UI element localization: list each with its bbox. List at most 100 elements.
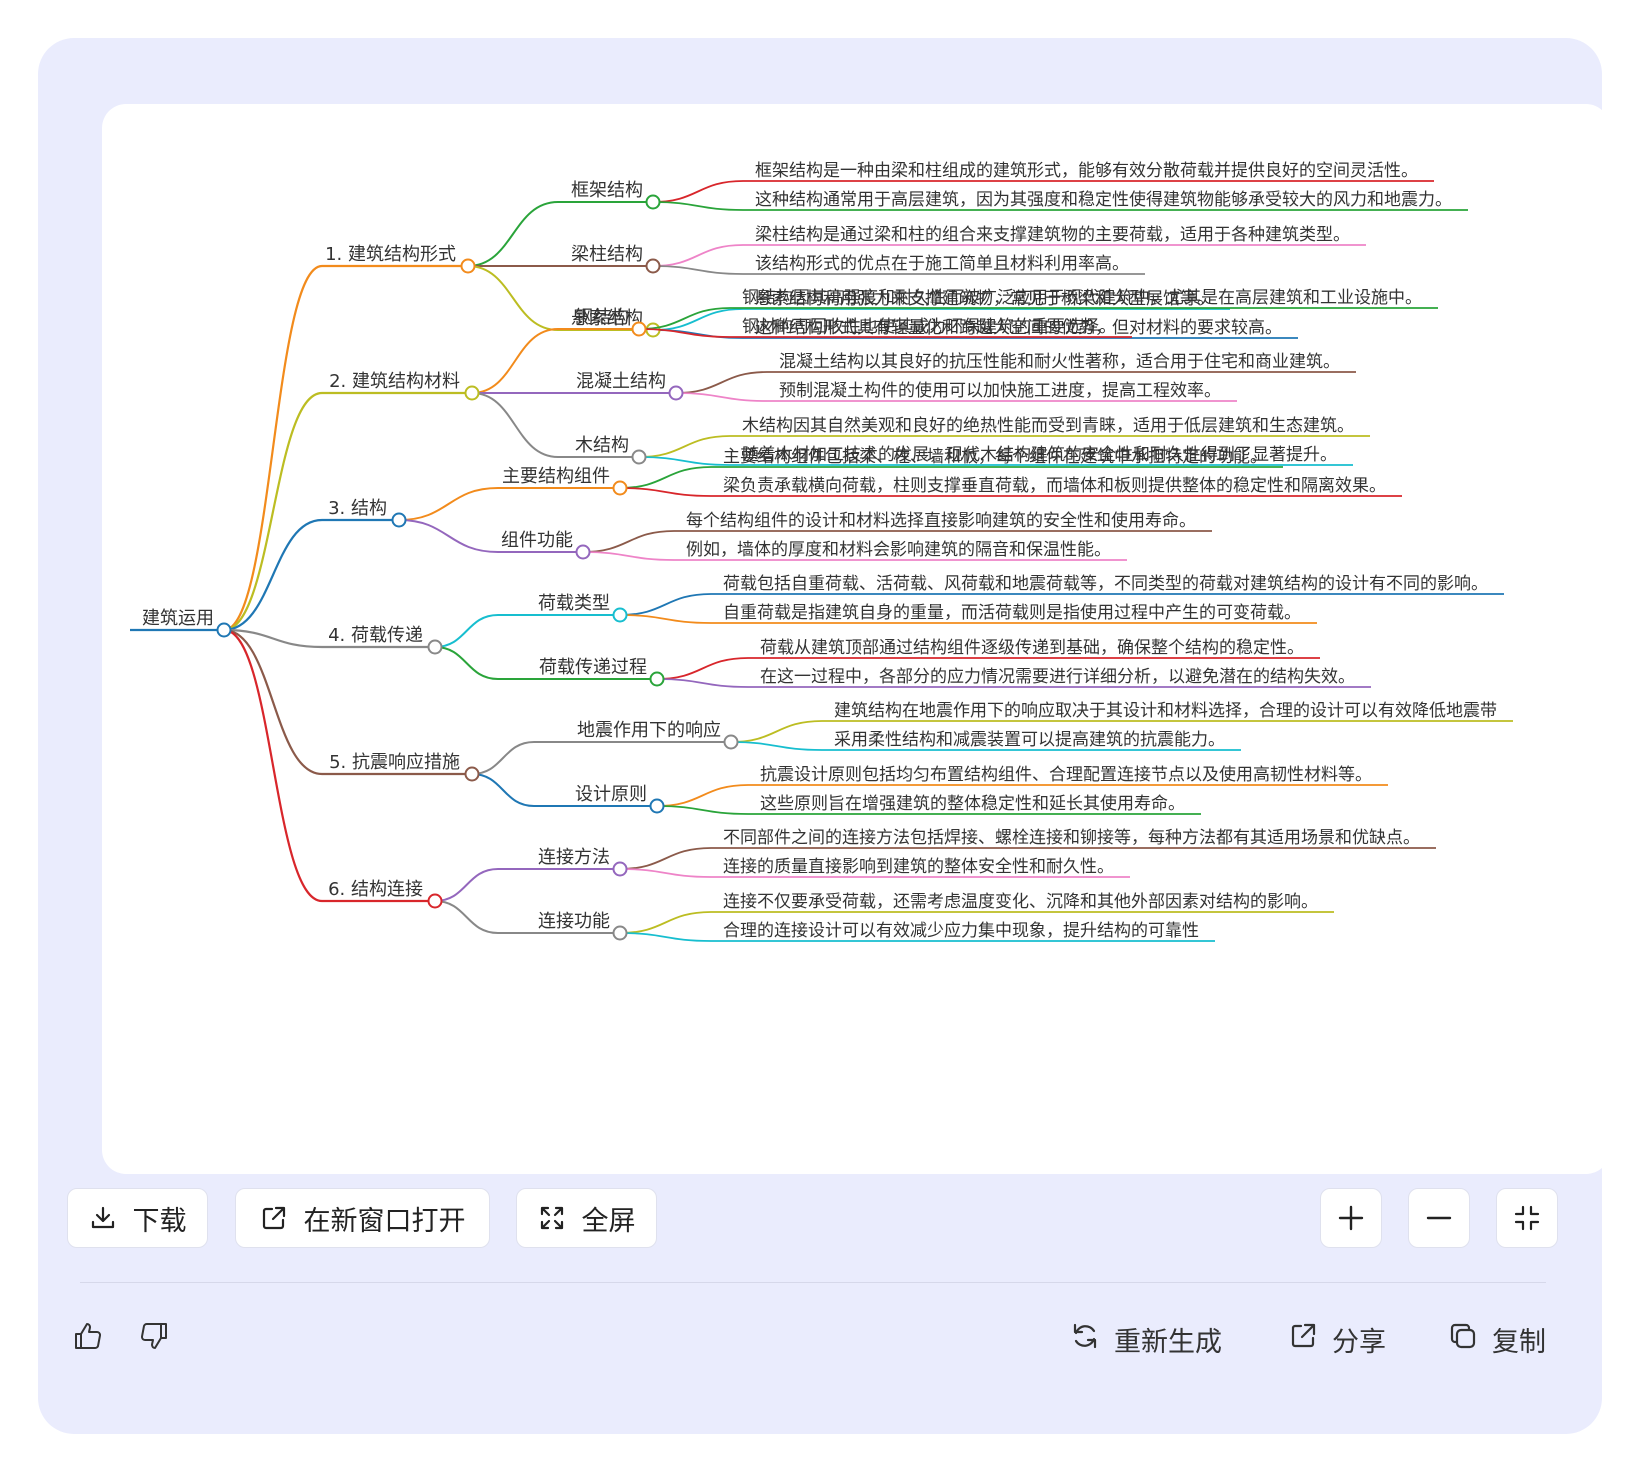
mindmap-connector (619, 593, 712, 616)
mindmap-topic-label: 主要结构组件 (502, 466, 610, 487)
mindmap-connector (652, 265, 744, 275)
mindmap-leaf-text: 预制混凝土构件的使用可以加快施工进度，提高工程效率。 (779, 380, 1221, 401)
mindmap-leaf-text: 荷载包括自重荷载、活荷载、风荷载和地震荷载等，不同类型的荷载对建筑结构的设计有不… (723, 574, 1488, 594)
mindmap-connector (619, 868, 712, 878)
mindmap-node-dot (612, 607, 628, 623)
mindmap-connector (223, 628, 323, 776)
mindmap-connector (652, 180, 744, 203)
mindmap-node-dot (631, 449, 647, 465)
mindmap-connector (471, 392, 559, 458)
regenerate-button[interactable]: 重新生成 (1070, 1312, 1222, 1366)
mindmap-connector (656, 784, 749, 807)
mindmap-connector (398, 519, 499, 553)
copy-icon (1448, 1321, 1478, 1358)
mindmap-leaf-text: 该结构形式的优点在于施工简单且材料利用率高。 (755, 254, 1129, 274)
external-link-icon (260, 1204, 288, 1232)
dislike-button[interactable] (138, 1312, 170, 1366)
mindmap-leaf-text: 合理的连接设计可以有效减少应力集中现象，提升结构的可靠性 (723, 921, 1199, 941)
like-button[interactable] (72, 1312, 104, 1366)
mindmap-connector (223, 628, 323, 903)
mindmap-node-dot (427, 639, 443, 655)
mindmap-connector (619, 487, 712, 497)
zoom-out-button[interactable] (1408, 1188, 1470, 1248)
mindmap-branch-label: 5. 抗震响应措施 (329, 752, 460, 773)
mindmap-connector (471, 328, 559, 394)
mindmap-node-dot (216, 622, 232, 638)
expand-icon (538, 1204, 566, 1232)
mindmap-connector (730, 741, 823, 751)
mindmap-connector (467, 201, 559, 267)
mindmap-connector (434, 646, 499, 680)
mindmap-node-dot (391, 512, 407, 528)
mindmap-connector (582, 551, 675, 561)
mindmap-connector (675, 371, 768, 394)
mindmap-node-dot (464, 766, 480, 782)
plus-icon (1337, 1204, 1365, 1232)
mindmap-node-dot (645, 194, 661, 210)
mindmap-topic-label: 混凝土结构 (576, 371, 666, 392)
mindmap-leaf-text: 荷载从建筑顶部通过结构组件逐级传递到基础，确保整个结构的稳定性。 (760, 638, 1304, 658)
mindmap-connector (471, 741, 535, 775)
mindmap-connector (619, 911, 712, 934)
mindmap-leaf-text: 钢结构因其高强度和耐久性而被广泛应用于现代建筑中，尤其是在高层建筑和工业设施中。 (742, 288, 1422, 308)
fullscreen-button[interactable]: 全屏 (516, 1188, 657, 1248)
mindmap-connector (434, 614, 499, 648)
fit-view-button[interactable] (1496, 1188, 1558, 1248)
mindmap-leaf-text: 不同部件之间的连接方法包括焊接、螺栓连接和铆接等，每种方法都有其适用场景和优缺点… (723, 828, 1420, 848)
mindmap-branch-label: 2. 建筑结构材料 (329, 371, 460, 392)
mindmap-svg: 建筑运用 1. 建筑结构形式 框架结构 框架结构是一种由梁和柱组成的建筑形式，能够有效… (130, 161, 1513, 942)
mindmap-leaf-text: 自重荷载是指建筑自身的重量，而活荷载则是指使用过程中产生的可变荷载。 (723, 602, 1301, 623)
mindmap-topic-label: 框架结构 (571, 180, 643, 201)
mindmap-node-dot (631, 321, 647, 337)
mindmap-canvas[interactable]: 建筑运用 1. 建筑结构形式 框架结构 框架结构是一种由梁和柱组成的建筑形式，能够有效… (102, 104, 1610, 1174)
mindmap-connector (638, 435, 731, 458)
open-new-window-button[interactable]: 在新窗口打开 (235, 1188, 490, 1248)
mindmap-leaf-text: 木结构因其自然美观和良好的绝热性能而受到青睐，适用于低层建筑和生态建筑。 (742, 416, 1354, 436)
share-button[interactable]: 分享 (1288, 1312, 1386, 1366)
mindmap-leaf-text: 连接不仅要承受荷载，还需考虑温度变化、沉降和其他外部因素对结构的影响。 (723, 892, 1318, 912)
mindmap-leaf-text: 梁负责承载横向荷载，柱则支撑垂直荷载，而墙体和板则提供整体的稳定性和隔离效果。 (723, 476, 1386, 496)
mindmap-topic-label: 连接方法 (538, 847, 610, 868)
mindmap-topic-label: 组件功能 (501, 530, 573, 551)
mindmap-branch-label: 1. 建筑结构形式 (325, 244, 456, 265)
mindmap-connector (223, 518, 323, 632)
mindmap-connector (619, 932, 712, 942)
mindmap-node-dot (723, 734, 739, 750)
copy-button[interactable]: 复制 (1448, 1312, 1546, 1366)
mindmap-leaf-text: 框架结构是一种由梁和柱组成的建筑形式，能够有效分散荷载并提供良好的空间灵活性。 (755, 161, 1418, 181)
mindmap-connector (619, 614, 712, 624)
download-button[interactable]: 下载 (67, 1188, 208, 1248)
mindmap-node-dot (460, 258, 476, 274)
mindmap-connector (675, 392, 768, 402)
mindmap-leaf-text: 梁柱结构是通过梁和柱的组合来支撑建筑物的主要荷载，适用于各种建筑类型。 (755, 225, 1350, 245)
mindmap-leaf-text: 这种结构通常用于高层建筑，因为其强度和稳定性使得建筑物能够承受较大的风力和地震力… (755, 189, 1452, 210)
refresh-icon (1070, 1321, 1100, 1358)
mindmap-topic-label: 钢结构 (575, 307, 629, 328)
mindmap-connector (656, 805, 749, 815)
mindmap-topic-label: 荷载传递过程 (539, 657, 647, 678)
mindmap-leaf-text: 钢材的可回收性也使其成为环保建筑的重要选择。 (742, 316, 1116, 337)
mindmap-leaf-text: 每个结构组件的设计和材料选择直接影响建筑的安全性和使用寿命。 (686, 510, 1196, 531)
mindmap-node-dot (575, 544, 591, 560)
mindmap-node-dot (649, 671, 665, 687)
download-icon (89, 1204, 117, 1232)
mindmap-leaf-text: 采用柔性结构和减震装置可以提高建筑的抗震能力。 (834, 730, 1225, 750)
mindmap-node-dot (612, 925, 628, 941)
mindmap-leaf-text: 例如，墙体的厚度和材料会影响建筑的隔音和保温性能。 (686, 540, 1111, 560)
mindmap-connector (223, 391, 323, 632)
minus-icon (1425, 1204, 1453, 1232)
zoom-in-button[interactable] (1320, 1188, 1382, 1248)
mindmap-connector (652, 244, 744, 267)
mindmap-connector (582, 530, 675, 553)
divider (80, 1282, 1546, 1283)
mindmap-branch-label: 4. 荷载传递 (328, 625, 423, 646)
mindmap-connector (638, 456, 731, 466)
thumbs-up-icon (72, 1320, 104, 1359)
mindmap-branch-label: 3. 结构 (328, 498, 387, 519)
mindmap-connector (471, 773, 535, 807)
mindmap-connector (467, 265, 559, 331)
mindmap-topic-label: 梁柱结构 (571, 244, 643, 265)
mindmap-topic-label: 荷载类型 (538, 593, 610, 614)
download-label: 下载 (132, 1205, 187, 1237)
mindmap-topic-label: 地震作用下的响应 (577, 720, 721, 741)
